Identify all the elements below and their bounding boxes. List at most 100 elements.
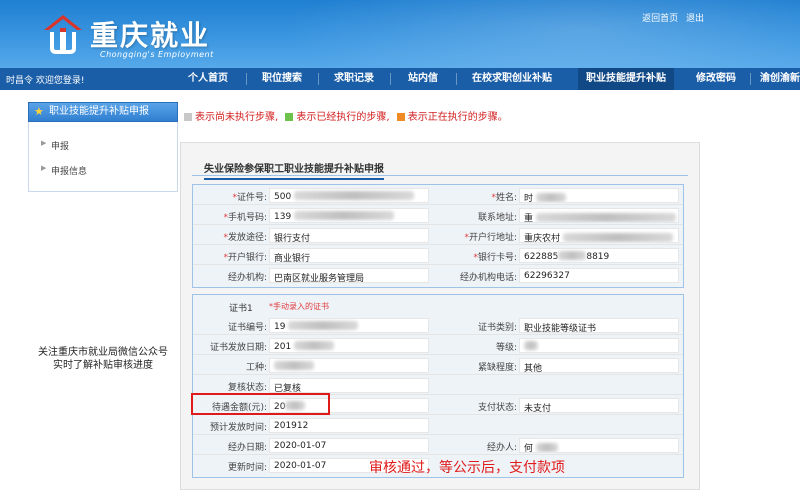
- form-row: *证件号: 500 *姓名: 时: [193, 185, 683, 205]
- pay-status-label: 支付状态:: [477, 403, 517, 413]
- legend-orange-text: 表示正在执行的步骤。: [407, 112, 508, 123]
- nav-item-change-password[interactable]: 修改密码: [696, 68, 736, 90]
- level-label: 等级:: [495, 343, 517, 353]
- job-value: [269, 358, 429, 373]
- certificate-block: 证书1 *手动录入的证书 证书编号: 19 证书类别: 职业技能等级证书 证书发…: [192, 294, 684, 478]
- site-subtitle: Chongqing's Employment: [100, 50, 214, 59]
- nav-separator: [390, 73, 391, 85]
- home-link[interactable]: 返回首页: [642, 14, 678, 24]
- open-bank-label: *开户行地址:: [464, 233, 517, 243]
- redacted-mask: [535, 193, 566, 202]
- header-decoration: [280, 0, 800, 68]
- certificate-note: *手动录入的证书: [269, 302, 329, 311]
- form-row: 证书编号: 19 证书类别: 职业技能等级证书: [193, 315, 683, 335]
- review-annotation: 审核通过，等公示后，支付款项: [369, 460, 565, 476]
- level-value: [519, 338, 679, 353]
- nav-item-job-search[interactable]: 职位搜索: [262, 68, 302, 90]
- sidebar-item-apply-info[interactable]: ▶ 申报信息: [41, 164, 88, 177]
- phone-value: 139: [269, 208, 429, 223]
- nav-separator: [456, 73, 457, 85]
- personal-info-block: *证件号: 500 *姓名: 时 *手机号码: 139 联系地址: 重 *发放途…: [192, 184, 684, 288]
- handler-label: 经办人:: [486, 443, 517, 453]
- arrow-right-icon: ▶: [41, 164, 47, 172]
- nav-separator: [246, 73, 247, 85]
- nav-separator: [750, 73, 751, 85]
- nav-item-records[interactable]: 求职记录: [334, 68, 374, 90]
- id-label: *证件号:: [232, 193, 267, 203]
- form-row: 证书发放日期: 201 等级:: [193, 335, 683, 355]
- redacted-mask: [274, 361, 314, 370]
- redacted-mask: [535, 213, 676, 222]
- name-value: 时: [519, 188, 679, 203]
- phone-label: *手机号码:: [223, 213, 267, 223]
- logout-link[interactable]: 退出: [686, 14, 704, 24]
- address-label: 联系地址:: [477, 213, 517, 223]
- redacted-mask: [294, 211, 395, 220]
- legend-green-text: 表示已经执行的步骤,: [296, 112, 390, 123]
- nav-item-entrepreneur[interactable]: 渝创渝新: [760, 68, 800, 90]
- form-row: *开户银行: 商业银行 *银行卡号: 622885 8819: [193, 245, 683, 265]
- redacted-mask: [294, 341, 335, 350]
- cert-type-value: 职业技能等级证书: [519, 318, 679, 333]
- card-label: *银行卡号:: [473, 253, 517, 263]
- sidebar-menu: ▶ 申报 ▶ 申报信息: [28, 122, 178, 192]
- tab-underline: [192, 175, 688, 176]
- update-time-label: 更新时间:: [227, 463, 267, 473]
- notice-line: 实时了解补贴审核进度: [53, 360, 153, 371]
- pay-method-label: *发放途径:: [223, 233, 267, 243]
- issue-date-value: 201: [269, 338, 429, 353]
- agency-value: 巴南区就业服务管理局: [269, 268, 429, 283]
- id-value: 500: [269, 188, 429, 203]
- main-nav: 时昌令 欢迎您登录! 个人首页 职位搜索 求职记录 站内信 在校求职创业补贴 职…: [0, 68, 800, 90]
- form-row: *手机号码: 139 联系地址: 重: [193, 205, 683, 225]
- pay-status-value: 未支付: [519, 398, 679, 413]
- form-row: *发放途径: 银行支付 *开户行地址: 重庆农村: [193, 225, 683, 245]
- review-status-label: 复核状态:: [227, 383, 267, 393]
- orange-square-icon: [396, 113, 405, 121]
- agency-label: 经办机构:: [227, 273, 267, 283]
- name-label: *姓名:: [491, 193, 517, 203]
- top-links: 返回首页 退出: [637, 11, 704, 24]
- sidebar-item-label: 申报信息: [51, 167, 88, 177]
- sidebar-header-label: 职业技能提升补贴申报: [49, 106, 149, 117]
- issue-date-label: 证书发放日期:: [209, 343, 267, 353]
- handle-date-label: 经办日期:: [227, 443, 267, 453]
- bank-label: *开户银行:: [223, 253, 267, 263]
- site-logo-icon[interactable]: [40, 12, 86, 58]
- amount-highlight-box: [191, 393, 330, 415]
- star-icon: ★: [34, 105, 44, 118]
- form-row: 复核状态: 已复核: [193, 375, 683, 395]
- grey-square-icon: [184, 113, 192, 121]
- nav-item-messages[interactable]: 站内信: [408, 68, 438, 90]
- nav-item-home[interactable]: 个人首页: [188, 68, 228, 90]
- redacted-mask: [294, 191, 415, 200]
- cert-type-label: 证书类别:: [477, 323, 517, 333]
- address-value: 重: [519, 208, 679, 223]
- user-greeting: 时昌令 欢迎您登录!: [6, 76, 85, 86]
- form-row: 工种: 紧缺程度: 其他: [193, 355, 683, 375]
- form-tab-title[interactable]: 失业保险参保职工职业技能提升补贴申报: [204, 160, 384, 180]
- agency-phone-value: 62296327: [519, 268, 679, 283]
- review-status-value: 已复核: [269, 378, 429, 393]
- arrow-right-icon: ▶: [41, 139, 47, 147]
- nav-separator: [318, 73, 319, 85]
- card-value: 622885 8819: [519, 248, 679, 263]
- certificate-title: 证书1: [229, 304, 253, 314]
- redacted-mask: [535, 443, 558, 452]
- sidebar-header: ★ 职业技能提升补贴申报: [28, 102, 178, 122]
- expected-time-label: 预计发放时间:: [209, 423, 267, 433]
- redacted-mask: [562, 233, 673, 242]
- form-row: 预计发放时间: 201912: [193, 415, 683, 435]
- redacted-mask: [558, 251, 587, 260]
- step-legend: 表示尚未执行步骤, 表示已经执行的步骤, 表示正在执行的步骤。: [184, 108, 508, 123]
- form-row: 经办机构: 巴南区就业服务管理局 经办机构电话: 62296327: [193, 265, 683, 285]
- wechat-notice: 关注重庆市就业局微信公众号 实时了解补贴审核进度: [28, 346, 178, 372]
- notice-line: 关注重庆市就业局微信公众号: [38, 347, 168, 358]
- handle-date-value: 2020-01-07: [269, 438, 429, 453]
- site-title: 重庆就业: [90, 19, 211, 52]
- nav-item-skill-subsidy[interactable]: 职业技能提升补贴: [578, 68, 674, 90]
- legend-grey-text: 表示尚未执行步骤,: [195, 112, 279, 123]
- nav-item-student-subsidy[interactable]: 在校求职创业补贴: [472, 68, 552, 90]
- sidebar-item-apply[interactable]: ▶ 申报: [41, 139, 69, 152]
- redacted-mask: [288, 321, 359, 330]
